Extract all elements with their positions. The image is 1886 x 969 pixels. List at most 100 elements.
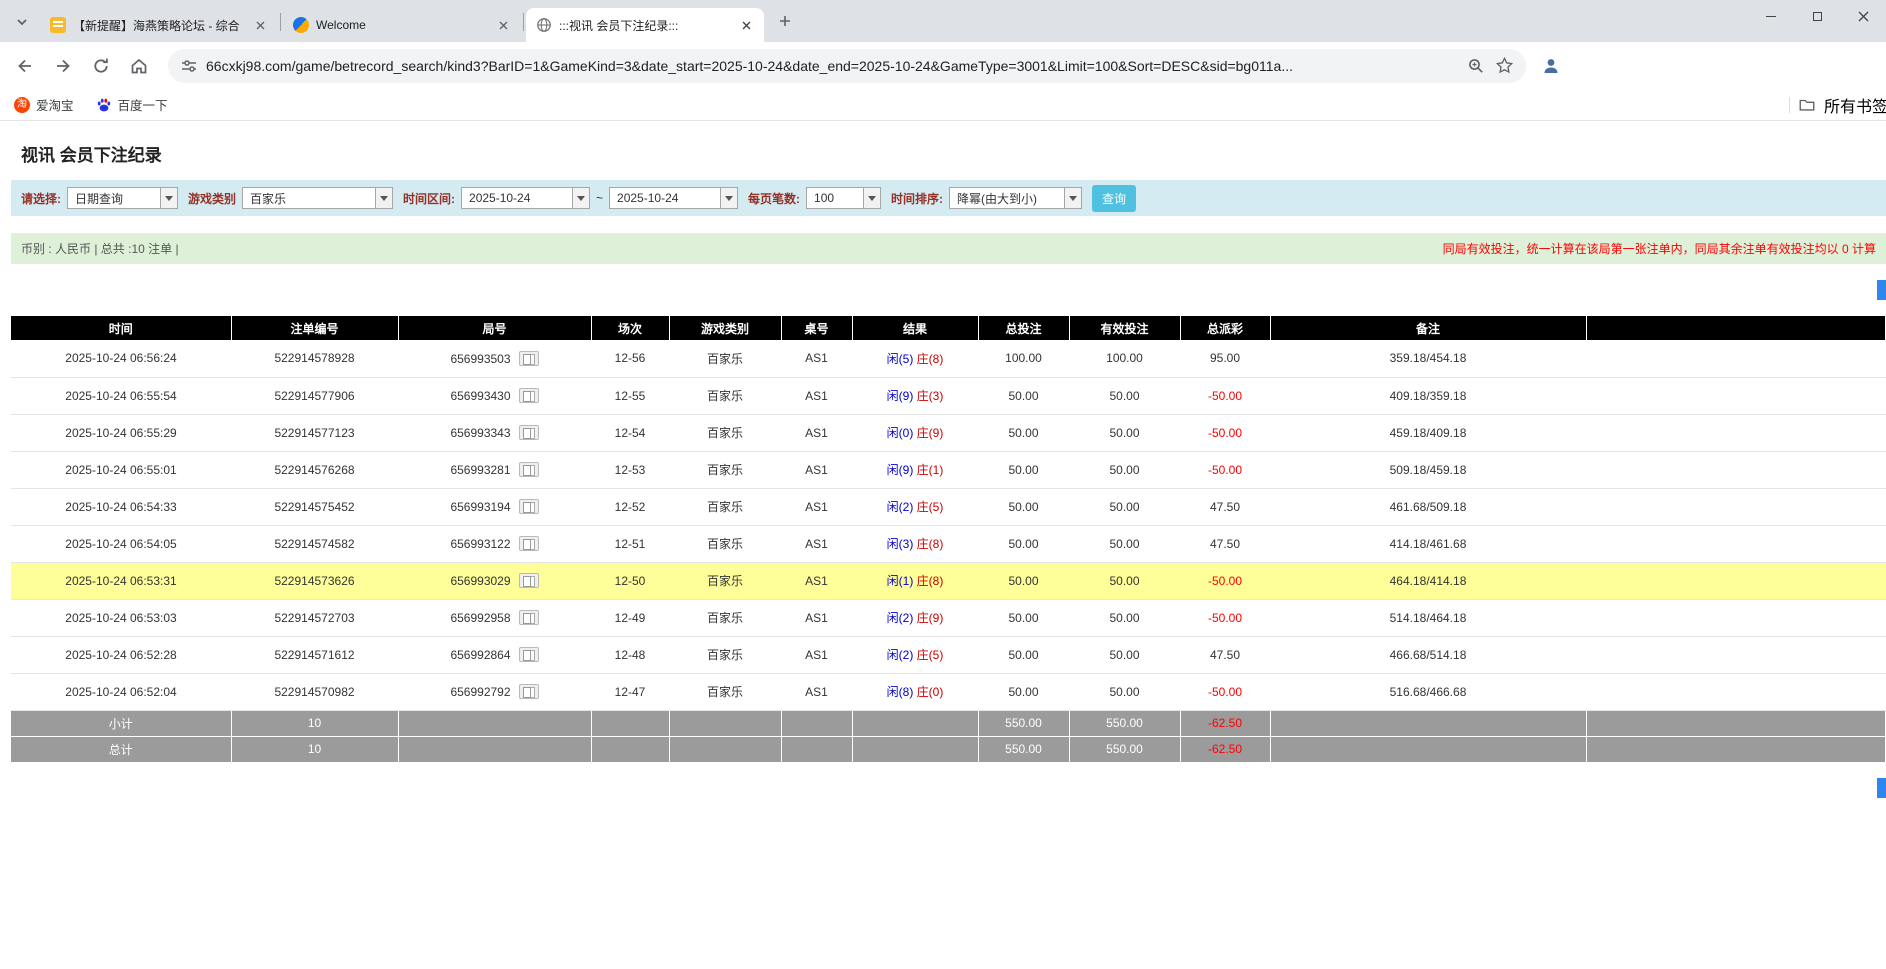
zoom-icon[interactable] (1467, 57, 1485, 75)
round-id-text: 656992792 (450, 685, 510, 699)
cell-round-id: 656992958 (398, 599, 591, 636)
chevron-down-icon[interactable] (375, 188, 392, 208)
cell-round-id: 656993430 (398, 377, 591, 414)
view-cards-icon[interactable] (519, 573, 539, 588)
cell-round-id: 656993029 (398, 562, 591, 599)
tab-search-button[interactable] (8, 8, 36, 36)
view-cards-icon[interactable] (519, 425, 539, 440)
column-header: 注单编号 (231, 316, 398, 340)
tab-close-icon[interactable] (738, 17, 754, 33)
cell-filler (1586, 488, 1886, 525)
scroll-indicator-top[interactable] (1877, 280, 1886, 300)
cell-total-bet[interactable]: 50.00 (978, 599, 1069, 636)
cell-total-bet[interactable]: 50.00 (978, 673, 1069, 710)
chevron-down-icon[interactable] (572, 188, 589, 208)
home-button[interactable] (122, 49, 156, 83)
cell-valid-bet: 50.00 (1069, 599, 1180, 636)
cell-remark: 466.68/514.18 (1270, 636, 1586, 673)
view-cards-icon[interactable] (519, 462, 539, 477)
cell-total-bet[interactable]: 50.00 (978, 525, 1069, 562)
cell-game-type: 百家乐 (669, 525, 781, 562)
minimize-button[interactable] (1748, 0, 1794, 32)
column-header: 结果 (852, 316, 978, 340)
url-text[interactable]: 66cxkj98.com/game/betrecord_search/kind3… (206, 58, 1449, 74)
all-bookmarks-label: 所有书签 (1824, 93, 1886, 117)
cell-session: 12-49 (591, 599, 669, 636)
cell-total-bet[interactable]: 100.00 (978, 340, 1069, 377)
cell-total-bet[interactable]: 50.00 (978, 562, 1069, 599)
cell-table-no: AS1 (781, 673, 852, 710)
chevron-down-icon[interactable] (863, 188, 880, 208)
bet-record-page: 视讯 会员下注纪录 请选择: 日期查询 游戏类别 百家乐 时间区间: 2025-… (0, 141, 1886, 763)
player-result: 闲(2) (887, 648, 914, 662)
chevron-down-icon[interactable] (160, 188, 177, 208)
url-bar[interactable]: 66cxkj98.com/game/betrecord_search/kind3… (168, 49, 1526, 83)
cell-game-type: 百家乐 (669, 673, 781, 710)
tab-divider (280, 13, 281, 31)
round-id-text: 656992864 (450, 648, 510, 662)
maximize-icon (1813, 12, 1822, 21)
view-cards-icon[interactable] (519, 351, 539, 366)
view-cards-icon[interactable] (519, 610, 539, 625)
cell-total-bet[interactable]: 50.00 (978, 377, 1069, 414)
player-result: 闲(8) (887, 685, 914, 699)
cell-valid-bet: 50.00 (1069, 673, 1180, 710)
forward-button[interactable] (46, 49, 80, 83)
search-button[interactable]: 查询 (1092, 185, 1136, 212)
view-cards-icon[interactable] (519, 647, 539, 662)
view-cards-icon[interactable] (519, 499, 539, 514)
view-cards-icon[interactable] (519, 536, 539, 551)
bookmark-taobao[interactable]: 淘 爱淘宝 (14, 95, 74, 114)
close-button[interactable] (1840, 0, 1886, 32)
banker-result: 庄(8) (917, 537, 944, 551)
cell-remark: 359.18/454.18 (1270, 340, 1586, 377)
cell-payout: -50.00 (1180, 451, 1270, 488)
cell-total-bet[interactable]: 50.00 (978, 451, 1069, 488)
cell-valid-bet: 50.00 (1069, 414, 1180, 451)
back-button[interactable] (8, 49, 42, 83)
profile-avatar[interactable] (1534, 49, 1568, 83)
refresh-button[interactable] (84, 49, 118, 83)
tab-welcome[interactable]: Welcome (283, 8, 521, 42)
tab-bet-record[interactable]: :::视讯 会员下注纪录::: (526, 8, 764, 42)
page-size-select[interactable]: 100 (806, 187, 881, 209)
maximize-button[interactable] (1794, 0, 1840, 32)
grand-total-payout: -62.50 (1180, 736, 1270, 762)
cell-time: 2025-10-24 06:56:24 (11, 340, 231, 377)
cell-filler (1586, 525, 1886, 562)
tab-close-icon[interactable] (495, 17, 511, 33)
cell-session: 12-55 (591, 377, 669, 414)
cell-round-id: 656993503 (398, 340, 591, 377)
scroll-indicator-bottom[interactable] (1877, 778, 1886, 798)
date-end-select[interactable]: 2025-10-24 (609, 187, 738, 209)
tab-forum[interactable]: 【新提醒】海燕策略论坛 - 综合 (40, 8, 278, 42)
bookmark-star-icon[interactable] (1495, 56, 1514, 75)
all-bookmarks[interactable]: 所有书签 (1789, 93, 1886, 117)
bookmark-label: 爱淘宝 (36, 95, 74, 114)
cell-total-bet[interactable]: 50.00 (978, 414, 1069, 451)
person-icon (1540, 55, 1562, 77)
cell-total-bet[interactable]: 50.00 (978, 488, 1069, 525)
view-cards-icon[interactable] (519, 388, 539, 403)
site-info-icon[interactable] (180, 57, 198, 75)
subtotal-label: 小计 (11, 710, 231, 736)
chevron-down-icon[interactable] (720, 188, 737, 208)
date-start-select[interactable]: 2025-10-24 (461, 187, 590, 209)
bookmark-baidu[interactable]: 百度一下 (96, 95, 168, 114)
cell-total-bet[interactable]: 50.00 (978, 636, 1069, 673)
subtotal-valid-bet: 550.00 (1069, 710, 1180, 736)
view-cards-icon[interactable] (519, 684, 539, 699)
cell-time: 2025-10-24 06:55:01 (11, 451, 231, 488)
sort-select[interactable]: 降幂(由大到小) (949, 187, 1082, 209)
cell-result: 闲(3) 庄(8) (852, 525, 978, 562)
column-header: 时间 (11, 316, 231, 340)
new-tab-button[interactable] (772, 8, 798, 34)
close-icon (1858, 11, 1869, 22)
query-type-select[interactable]: 日期查询 (67, 187, 178, 209)
player-result: 闲(5) (887, 352, 914, 366)
chevron-down-icon[interactable] (1064, 188, 1081, 208)
cell-bet-id: 522914577123 (231, 414, 398, 451)
cell-game-type: 百家乐 (669, 451, 781, 488)
game-type-select[interactable]: 百家乐 (242, 187, 393, 209)
tab-close-icon[interactable] (252, 17, 268, 33)
